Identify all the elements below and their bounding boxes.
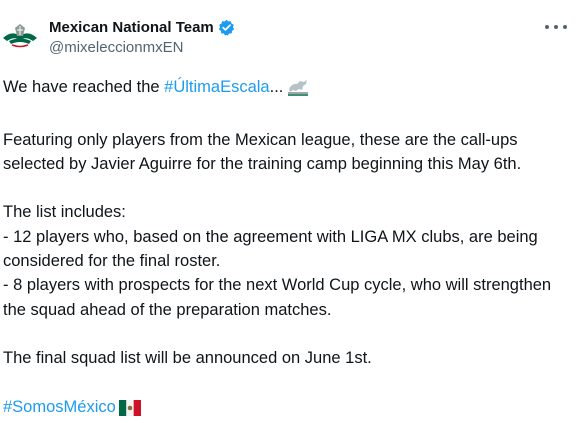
tweet-line-hashtag: #SomosMéxico bbox=[3, 395, 578, 423]
ellipsis: ... bbox=[269, 78, 284, 96]
hashtag-ultima-escala[interactable]: #ÚltimaEscala bbox=[164, 78, 269, 96]
tweet-card: Mexican National Team @mixeleccionmxEN W… bbox=[0, 0, 583, 416]
mexico-federation-logo-icon bbox=[0, 14, 40, 54]
more-dot bbox=[563, 25, 567, 29]
author-info: Mexican National Team @mixeleccionmxEN bbox=[49, 17, 235, 56]
list-item: - 12 players who, based on the agreement… bbox=[3, 227, 538, 271]
tweet-line-intro: We have reached the #ÚltimaEscala... bbox=[3, 75, 578, 103]
list-heading: The list includes: bbox=[3, 203, 126, 222]
display-name[interactable]: Mexican National Team bbox=[49, 19, 214, 36]
author-name-row: Mexican National Team bbox=[49, 17, 235, 37]
more-dot bbox=[554, 25, 558, 29]
mexico-flag-emoji-icon bbox=[118, 399, 141, 423]
more-dot bbox=[545, 25, 549, 29]
more-options-icon[interactable] bbox=[545, 20, 567, 34]
tweet-paragraph-callups: Featuring only players from the Mexican … bbox=[3, 130, 522, 173]
author-handle[interactable]: @mixeleccionmxEN bbox=[49, 39, 235, 56]
avatar[interactable] bbox=[0, 14, 40, 54]
racing-horse-emoji-icon bbox=[286, 76, 311, 103]
hashtag-somos-mexico[interactable]: #SomosMéxico bbox=[3, 398, 116, 416]
tweet-paragraph-announcement: The final squad list will be announced o… bbox=[3, 349, 372, 368]
tweet-text: We have reached the #ÚltimaEscala... Fea… bbox=[3, 75, 578, 423]
verified-badge-icon bbox=[218, 19, 235, 36]
intro-text: We have reached the bbox=[3, 78, 165, 96]
list-item: - 8 players with prospects for the next … bbox=[3, 276, 552, 319]
